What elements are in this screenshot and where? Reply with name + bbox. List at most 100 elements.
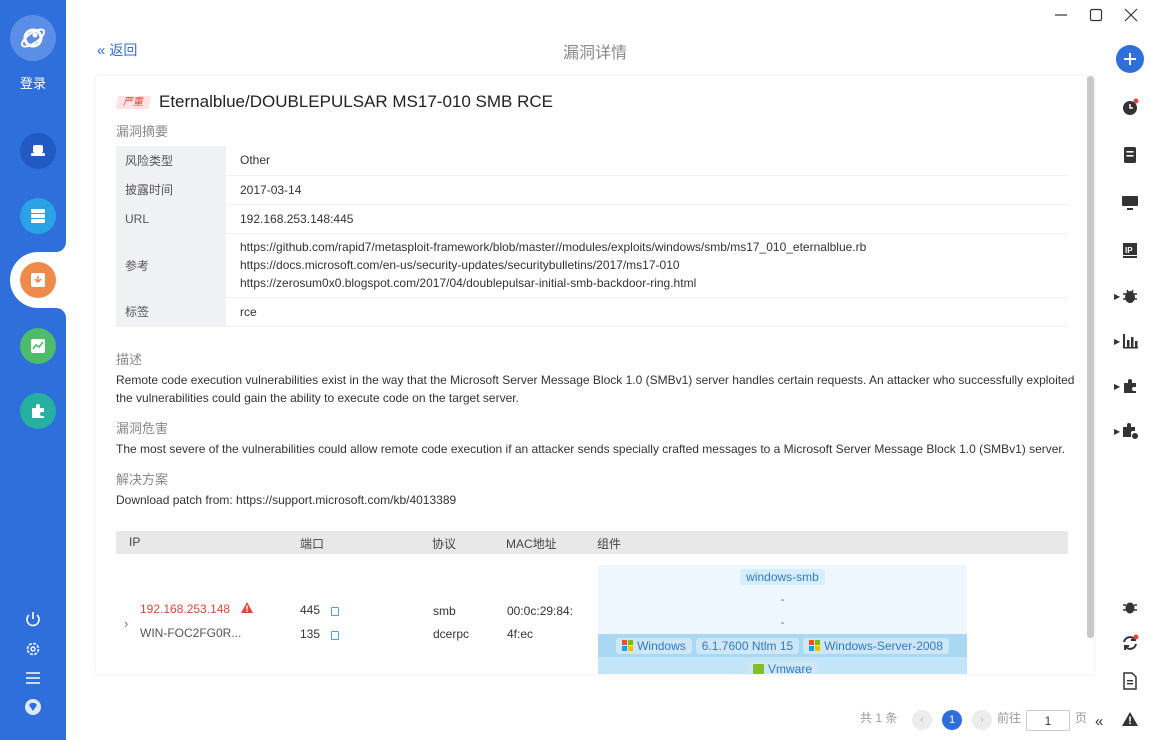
maximize-button[interactable]	[1086, 5, 1106, 25]
asset-ip[interactable]: 192.168.253.148	[140, 602, 230, 616]
monitor-icon	[1122, 196, 1138, 210]
asset-mac: 00:0c:29:84:	[507, 604, 574, 618]
stats-button[interactable]	[1120, 331, 1140, 351]
task-list-button[interactable]	[1120, 145, 1140, 165]
assets-table-header: IP 端口 协议 MAC地址 组件	[116, 531, 1068, 554]
app-logo[interactable]	[10, 15, 56, 61]
nav-vulnerabilities[interactable]	[20, 262, 56, 298]
nav-reports[interactable]	[20, 328, 56, 364]
nav-hat[interactable]	[20, 133, 56, 169]
bug-scan-button[interactable]	[1120, 597, 1140, 617]
hat-icon	[31, 145, 45, 156]
current-page-button[interactable]: 1	[942, 710, 962, 730]
plugin-settings-button[interactable]	[1120, 421, 1140, 441]
os-chip[interactable]: Windows	[616, 637, 692, 654]
description-text: Remote code execution vulnerabilities ex…	[116, 373, 1075, 405]
prev-page-button[interactable]: ‹	[912, 710, 932, 730]
os-name: Windows	[637, 638, 686, 653]
summary-value: 192.168.253.148:445	[226, 204, 1068, 234]
chevron-right-icon: ›	[980, 714, 984, 726]
expand-row-chevron-icon[interactable]: ›	[124, 616, 128, 631]
nav-servers[interactable]	[20, 198, 56, 234]
reference-link[interactable]: https://docs.microsoft.com/en-us/securit…	[240, 256, 1068, 274]
summary-row: 风险类型 Other	[116, 146, 1068, 176]
windows-logo-icon	[809, 640, 821, 651]
reference-list: https://github.com/rapid7/metasploit-fra…	[226, 233, 1068, 298]
app-window: 登录 « 返回 漏洞详情 严重 Eternalblue/DOUBLEPULSAR…	[0, 0, 1150, 740]
next-page-button[interactable]: ›	[972, 710, 992, 730]
alert-button[interactable]	[1120, 709, 1140, 729]
component-row-os: Windows 6.1.7600 Ntlm 15 Windows-Server-…	[598, 634, 967, 657]
pagination-total: 共 1 条	[860, 711, 898, 725]
asset-protocol: smb	[433, 604, 456, 618]
add-button[interactable]	[1116, 45, 1144, 73]
os-version-chip[interactable]: 6.1.7600 Ntlm 15	[695, 637, 800, 654]
document-icon	[1124, 147, 1136, 163]
page-suffix: 页	[1075, 711, 1088, 725]
refresh-button[interactable]	[1120, 633, 1140, 653]
vip-button[interactable]	[21, 695, 45, 719]
reference-link[interactable]: https://zerosum0x0.blogspot.com/2017/04/…	[240, 274, 1068, 292]
puzzle-gear-icon	[1123, 423, 1139, 440]
history-button[interactable]	[1120, 97, 1140, 117]
ip-button[interactable]: IP	[1120, 240, 1140, 260]
os-server: Windows-Server-2008	[824, 638, 943, 653]
port-detail-icon[interactable]	[331, 607, 339, 616]
asset-hostname: WIN-FOC2FG0R...	[140, 626, 242, 640]
component-panel: windows-smb - - Windows 6.1.7600 Ntlm 15…	[598, 565, 967, 674]
asset-protocol: dcerpc	[433, 627, 470, 641]
left-sidebar: 登录	[0, 0, 80, 740]
summary-key: 披露时间	[116, 175, 226, 205]
refresh-icon	[1123, 634, 1139, 650]
back-link[interactable]: « 返回	[97, 40, 137, 60]
report-button[interactable]	[1120, 671, 1140, 691]
col-mac: MAC地址	[506, 537, 557, 551]
summary-row: 标签 rce	[116, 297, 1068, 327]
collapse-double-chevron-icon[interactable]: «	[1095, 713, 1103, 730]
back-label: 返回	[109, 42, 138, 58]
diamond-icon	[25, 699, 41, 715]
os-server-chip[interactable]: Windows-Server-2008	[803, 637, 949, 654]
planet-logo-icon	[20, 28, 46, 48]
solution-text: Download patch from: https://support.mic…	[116, 493, 457, 507]
alert-icon	[1122, 712, 1138, 726]
summary-row: URL 192.168.253.148:445	[116, 204, 1068, 234]
col-port: 端口	[300, 537, 325, 551]
login-link[interactable]: 登录	[0, 73, 66, 92]
component-row-empty: -	[780, 616, 785, 629]
asset-mac: 4f:ec	[507, 627, 534, 641]
chevron-left-icon: ‹	[920, 714, 924, 726]
svg-text:IP: IP	[1125, 246, 1133, 255]
plugin-button[interactable]	[1120, 376, 1140, 396]
impact-text: The most severe of the vulnerabilities c…	[116, 442, 1066, 456]
vm-chip[interactable]: Vmware	[746, 660, 818, 674]
summary-value: rce	[226, 297, 1068, 327]
double-chevron-left-icon: «	[97, 41, 106, 59]
summary-heading: 漏洞摘要	[116, 124, 169, 139]
summary-table: 风险类型 Other 披露时间 2017-03-14 URL 192.168.2…	[116, 146, 1068, 327]
page-title: 漏洞详情	[562, 45, 627, 62]
nav-plugins[interactable]	[20, 393, 56, 429]
reference-link[interactable]: https://github.com/rapid7/metasploit-fra…	[240, 238, 1068, 256]
port-detail-icon[interactable]	[331, 631, 339, 640]
content-scrollbar[interactable]	[1087, 76, 1094, 638]
minimize-button[interactable]	[1051, 5, 1071, 25]
component-chip[interactable]: windows-smb	[740, 568, 825, 585]
component-row-vm: Vmware	[598, 657, 967, 674]
severity-badge: 严重	[115, 96, 152, 109]
active-notch-top	[56, 232, 66, 252]
bar-chart-icon	[1123, 334, 1138, 349]
summary-row: 参考 https://github.com/rapid7/metasploit-…	[116, 233, 1068, 298]
settings-button[interactable]	[21, 637, 45, 661]
summary-value: 2017-03-14	[226, 175, 1068, 205]
bug-outline-icon	[1123, 602, 1137, 614]
page-number-input[interactable]	[1026, 710, 1070, 731]
bug-button[interactable]	[1120, 286, 1140, 306]
active-notch-bottom	[56, 308, 66, 328]
monitor-button[interactable]	[1120, 193, 1140, 213]
puzzle-icon	[1124, 379, 1136, 393]
power-button[interactable]	[21, 607, 45, 631]
menu-button[interactable]	[21, 666, 45, 690]
vmware-icon	[752, 663, 764, 674]
component-chip-label: windows-smb	[746, 569, 819, 584]
